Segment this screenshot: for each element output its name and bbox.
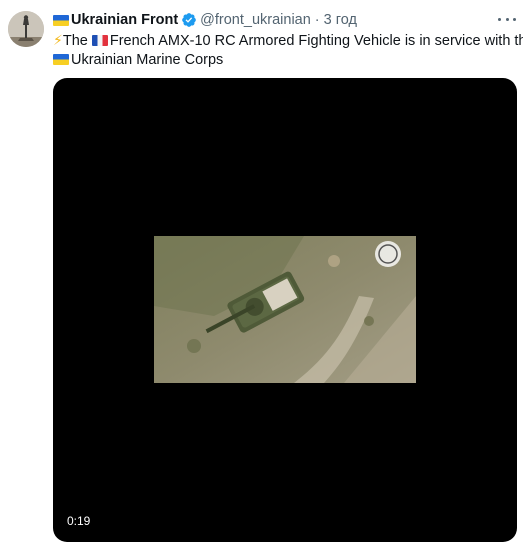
display-name[interactable]: Ukrainian Front [71,11,178,29]
tweet[interactable]: Ukrainian Front @front_ukrainian · 3 год… [0,0,523,546]
lightning-icon: ⚡ [53,32,63,48]
tweet-header: Ukrainian Front @front_ukrainian · 3 год [53,11,357,29]
video-player[interactable]: 0:19 [53,78,517,542]
tweet-text-line-2: Ukrainian Marine Corps [53,51,521,70]
france-flag-icon [91,35,108,46]
ukraine-flag-icon [53,54,69,65]
ukraine-flag-icon [53,14,69,26]
avatar-image [8,11,44,47]
avatar[interactable] [8,11,44,47]
tweet-text-part: Ukrainian Marine Corps [71,52,224,68]
tweet-text-line-1: ⚡The French AMX-10 RC Armored Fighting V… [53,31,523,51]
more-options-icon[interactable] [498,12,516,26]
video-duration: 0:19 [67,514,91,528]
handle[interactable]: @front_ukrainian [200,11,311,29]
timestamp[interactable]: 3 год [324,11,357,29]
video-thumbnail [154,236,416,383]
tweet-text: ⚡The French AMX-10 RC Armored Fighting V… [53,31,523,70]
tweet-text-part: The [62,33,92,49]
tweet-text-part: French AMX-10 RC Armored Fighting Vehicl… [109,33,523,49]
separator-dot: · [314,12,320,28]
video-frame [154,236,416,383]
verified-badge-icon [181,12,197,28]
